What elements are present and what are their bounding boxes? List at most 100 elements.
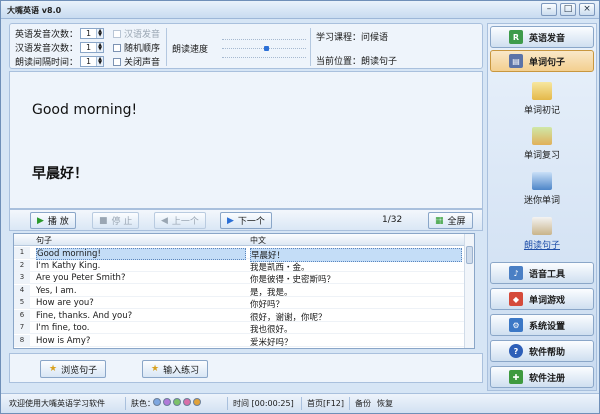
random-order-checkbox[interactable]: 随机顺序 — [113, 41, 160, 54]
play-button[interactable]: ▶ 播 放 — [30, 212, 76, 229]
sentence-display: Good morning! 早晨好！ — [9, 71, 483, 209]
close-button[interactable]: × — [579, 3, 595, 16]
interval-spinner[interactable]: 1 ▲ ▼ — [80, 56, 105, 67]
sentence-cell: Are you Peter Smith? — [36, 273, 126, 283]
sidebar-help[interactable]: ? 软件帮助 — [490, 340, 594, 362]
bottom-panel: ★ 浏览句子 ★ 输入练习 — [9, 353, 483, 383]
games-icon: ◆ — [509, 292, 523, 306]
chinese-sentence: 早晨好！ — [32, 166, 88, 182]
chinese-pronunciation-checkbox[interactable]: 汉语发音 — [113, 27, 160, 40]
cn-count-label: 汉语发音次数： — [15, 44, 79, 54]
window-title: 大嘴英语 v8.0 — [7, 6, 62, 15]
en-count-spinner[interactable]: 1 ▲ ▼ — [80, 28, 105, 39]
pronunciation-icon: R — [509, 30, 523, 44]
reading-icon — [532, 217, 552, 235]
practice-icon: ★ — [151, 364, 160, 374]
mute-checkbox[interactable]: 关闭声音 — [113, 55, 160, 68]
tools-icon: ♪ — [509, 266, 523, 280]
restore-link[interactable]: 恢复 — [377, 398, 393, 409]
playback-toolbar: ▶ 播 放 ■ 停 止 ◀ 上一个 ▶ 下一个 1/32 ▦ 全屏 — [9, 209, 483, 231]
sidebar-register[interactable]: ✚ 软件注册 — [490, 366, 594, 388]
skin-swatch[interactable] — [173, 398, 181, 406]
position-label: 当前位置：朗读句子 — [316, 57, 398, 67]
minimize-button[interactable]: – — [541, 3, 557, 16]
course-label: 学习课程：问候语 — [316, 33, 389, 43]
maximize-button[interactable]: □ — [560, 3, 576, 16]
chinese-cell: 我是凯西・金。 — [250, 262, 310, 273]
browse-icon: ★ — [49, 364, 58, 374]
skin-swatch[interactable] — [193, 398, 201, 406]
review-icon — [532, 127, 552, 145]
fullscreen-icon: ▦ — [435, 215, 444, 226]
sidebar-word-sentence[interactable]: ▤ 单词句子 — [490, 50, 594, 72]
notes-icon — [532, 82, 552, 100]
row-number: 3 — [14, 272, 30, 283]
table-row[interactable]: 6 Fine, thanks. And you? 很好，谢谢，你呢？ — [14, 309, 464, 323]
title-bar: 大嘴英语 v8.0 – □ × — [1, 1, 599, 19]
sub-item-mini-words[interactable]: 迷你单词 — [490, 172, 594, 206]
table-row[interactable]: 8 How is Amy? 爱米好吗？ — [14, 334, 464, 348]
column-chinese: 中文 — [250, 236, 266, 245]
table-row[interactable]: 2 I'm Kathy King. 我是凯西・金。 — [14, 259, 464, 273]
help-icon: ? — [509, 344, 523, 358]
chinese-cell: 我也很好。 — [250, 325, 293, 335]
speed-slider-knob[interactable] — [264, 46, 269, 51]
sidebar-system-settings[interactable]: ⚙ 系统设置 — [490, 314, 594, 336]
welcome-text: 欢迎使用大嘴英语学习软件 — [9, 399, 105, 408]
sidebar: R 英语发音 ▤ 单词句子 单词初记 单词复习 迷你单词 朗读句子 ♪ 语音工具 ◆ 单… — [487, 23, 597, 391]
home-link[interactable]: 首页[F12] — [307, 398, 344, 409]
fullscreen-button[interactable]: ▦ 全屏 — [428, 212, 473, 229]
sub-item-read-sentences[interactable]: 朗读句子 — [490, 217, 594, 251]
speed-label: 朗读速度 — [172, 45, 209, 55]
table-row[interactable]: 1 Good morning! 早晨好！ — [14, 247, 464, 262]
table-row[interactable]: 4 Yes, I am. 是，我是。 — [14, 284, 464, 298]
backup-link[interactable]: 备份 — [355, 398, 371, 409]
table-row[interactable]: 5 How are you? 你好吗？ — [14, 297, 464, 310]
register-icon: ✚ — [509, 370, 523, 384]
sentence-cell: How is Amy? — [36, 335, 91, 346]
en-count-label: 英语发音次数： — [15, 30, 79, 40]
play-icon: ▶ — [37, 215, 44, 226]
page-indicator: 1/32 — [382, 215, 403, 225]
row-number: 1 — [14, 247, 30, 258]
sidebar-word-games[interactable]: ◆ 单词游戏 — [490, 288, 594, 310]
input-practice-button[interactable]: ★ 输入练习 — [142, 360, 209, 378]
stop-icon: ■ — [99, 215, 108, 226]
sub-item-word-review[interactable]: 单词复习 — [490, 127, 594, 161]
row-number: 7 — [14, 322, 30, 333]
sentence-cell: Fine, thanks. And you? — [36, 310, 133, 321]
skin-swatch[interactable] — [153, 398, 161, 406]
sub-item-word-memorize[interactable]: 单词初记 — [490, 82, 594, 116]
cn-count-spinner[interactable]: 1 ▲ ▼ — [80, 42, 105, 53]
skin-swatch[interactable] — [183, 398, 191, 406]
speed-slider[interactable] — [222, 37, 306, 59]
sentence-cell: How are you? — [36, 298, 94, 308]
table-row[interactable]: 3 Are you Peter Smith? 你是彼得・史密斯吗？ — [14, 272, 464, 285]
books-icon: ▤ — [509, 54, 523, 68]
stop-button[interactable]: ■ 停 止 — [92, 212, 140, 229]
next-button[interactable]: ▶ 下一个 — [220, 212, 272, 229]
time-display: 时间 [00:00:25] — [233, 399, 294, 408]
table-row[interactable]: 7 I'm fine, too. 我也很好。 — [14, 322, 464, 335]
row-number: 4 — [14, 284, 30, 296]
row-number: 5 — [14, 297, 30, 308]
sidebar-english-pronunciation[interactable]: R 英语发音 — [490, 26, 594, 48]
list-header: 句子 中文 — [14, 234, 464, 246]
previous-button[interactable]: ◀ 上一个 — [154, 212, 206, 229]
chinese-cell: 很好，谢谢，你呢？ — [250, 312, 327, 323]
sentence-cell: Good morning! — [36, 248, 246, 260]
skin-swatch[interactable] — [163, 398, 171, 406]
skin-color-swatches — [151, 398, 201, 407]
sentence-cell: I'm Kathy King. — [36, 260, 101, 271]
previous-icon: ◀ — [161, 215, 168, 226]
sidebar-voice-tools[interactable]: ♪ 语音工具 — [490, 262, 594, 284]
settings-panel: 英语发音次数： 1 ▲ ▼ 汉语发音次数： 1 ▲ ▼ 朗读间隔时间： 1 ▲ ▼ 汉语发音… — [9, 23, 483, 69]
status-bar: 欢迎使用大嘴英语学习软件 肤色： 时间 [00:00:25] 首页[F12] 备… — [1, 393, 599, 413]
interval-label: 朗读间隔时间： — [15, 58, 79, 68]
sentence-cell: Yes, I am. — [36, 285, 77, 296]
list-scrollbar[interactable] — [464, 234, 474, 348]
browse-sentences-button[interactable]: ★ 浏览句子 — [40, 360, 107, 378]
row-number: 2 — [14, 259, 30, 271]
app-window: 大嘴英语 v8.0 – □ × 英语发音次数： 1 ▲ ▼ 汉语发音次数： 1 ▲ ▼ … — [0, 0, 600, 414]
next-icon: ▶ — [227, 215, 234, 226]
